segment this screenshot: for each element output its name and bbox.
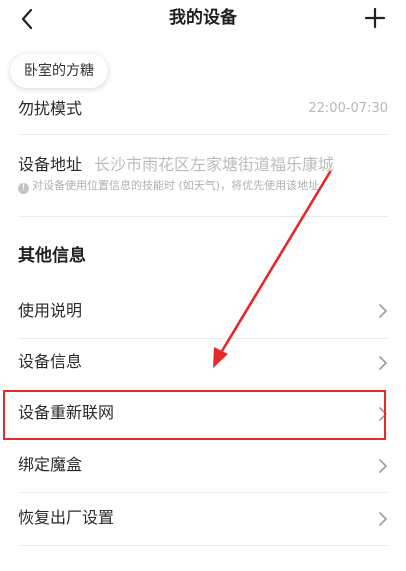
address-label: 设备地址 xyxy=(18,155,83,174)
app-header: 我的设备 xyxy=(0,0,406,40)
list-item-reconnect-network[interactable]: 设备重新联网 xyxy=(18,390,388,440)
list-item-factory-reset[interactable]: 恢复出厂设置 xyxy=(18,493,388,546)
chevron-right-icon xyxy=(379,407,387,421)
chevron-right-icon xyxy=(379,304,387,318)
dnd-label: 勿扰模式 xyxy=(18,99,83,118)
list-item-device-info[interactable]: 设备信息 xyxy=(18,339,388,391)
address-row[interactable]: 设备地址 长沙市雨花区左家塘街道福乐康城 ! 对设备使用位置信息的技能时 (如天气… xyxy=(18,146,388,217)
list-item-bind-magic-box[interactable]: 绑定魔盒 xyxy=(18,440,388,493)
list-item-label: 恢复出厂设置 xyxy=(18,508,115,527)
list-item-label: 设备重新联网 xyxy=(18,403,115,422)
list-item-instructions[interactable]: 使用说明 xyxy=(18,288,388,339)
device-name-chip[interactable]: 卧室的方糖 xyxy=(10,54,108,88)
address-note-text: 对设备使用位置信息的技能时 (如天气)，将优先使用该地址 xyxy=(32,179,320,192)
address-note: ! 对设备使用位置信息的技能时 (如天气)，将优先使用该地址 xyxy=(18,178,319,194)
add-device-icon[interactable] xyxy=(362,5,388,31)
list-item-label: 设备信息 xyxy=(18,352,83,371)
dnd-row[interactable]: 勿扰模式 22:00-07:30 xyxy=(18,92,388,135)
chevron-right-icon xyxy=(379,459,387,473)
info-icon: ! xyxy=(18,183,29,194)
section-title-other-info: 其他信息 xyxy=(18,246,86,266)
dnd-time-value: 22:00-07:30 xyxy=(308,101,388,116)
chevron-right-icon xyxy=(379,356,387,370)
list-item-label: 使用说明 xyxy=(18,301,83,320)
chevron-right-icon xyxy=(379,512,387,526)
page-title: 我的设备 xyxy=(169,8,237,28)
address-value: 长沙市雨花区左家塘街道福乐康城 xyxy=(94,155,335,174)
list-item-label: 绑定魔盒 xyxy=(18,455,83,474)
